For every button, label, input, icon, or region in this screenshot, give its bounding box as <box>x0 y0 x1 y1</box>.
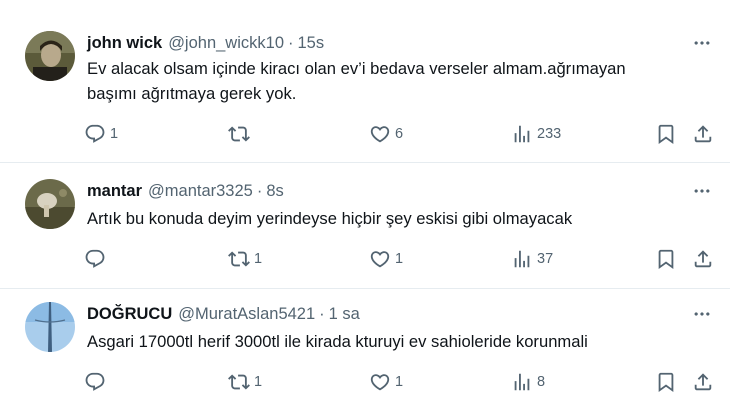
tweet-header: mantar @mantar3325 · 8s <box>87 180 284 202</box>
tweet[interactable]: john wick @john_wickk10 · 15s Ev alacak … <box>0 0 730 162</box>
timestamp[interactable]: 1 sa <box>329 305 360 324</box>
author-name[interactable]: john wick <box>87 34 162 53</box>
avatar[interactable] <box>25 302 75 352</box>
views-count: 8 <box>537 374 546 390</box>
views-chart-icon <box>511 248 533 270</box>
views-button[interactable]: 8 <box>511 370 545 394</box>
reply-button[interactable]: 1 <box>84 122 118 146</box>
bookmark-icon <box>655 248 677 270</box>
reply-button[interactable] <box>84 247 110 271</box>
tweet-header: john wick @john_wickk10 · 15s <box>87 32 324 54</box>
separator-dot: · <box>256 181 263 200</box>
like-count: 1 <box>395 251 404 267</box>
tweet-header: DOĞRUCU @MuratAslan5421 · 1 sa <box>87 303 360 325</box>
share-icon <box>692 371 714 393</box>
retweet-button[interactable] <box>228 122 254 146</box>
more-options-icon <box>692 181 712 201</box>
avatar[interactable] <box>25 31 75 81</box>
bookmark-icon <box>655 371 677 393</box>
tweet-actions: 1 1 8 <box>0 370 730 394</box>
retweet-count: 1 <box>254 251 263 267</box>
share-icon <box>692 248 714 270</box>
retweet-count: 1 <box>254 374 263 390</box>
reply-button[interactable] <box>84 370 110 394</box>
tweet-feed: john wick @john_wickk10 · 15s Ev alacak … <box>0 0 730 420</box>
retweet-button[interactable]: 1 <box>228 247 262 271</box>
heart-icon <box>369 123 391 145</box>
author-handle[interactable]: @john_wickk10 <box>168 34 284 53</box>
separator-dot: · <box>319 304 325 323</box>
author-name[interactable]: mantar <box>87 182 142 201</box>
bookmark-button[interactable] <box>655 122 677 146</box>
more-options-button[interactable] <box>690 304 714 324</box>
tweet-text: Ev alacak olsam içinde kiracı olan ev’i … <box>87 59 626 103</box>
reply-count: 1 <box>110 126 119 142</box>
like-count: 1 <box>395 374 404 390</box>
views-chart-icon <box>511 371 533 393</box>
views-count: 37 <box>537 251 554 267</box>
heart-icon <box>369 248 391 270</box>
avatar[interactable] <box>25 179 75 229</box>
tweet-text: Asgari 17000tl herif 3000tl ile kirada k… <box>87 332 588 351</box>
like-button[interactable]: 6 <box>369 122 403 146</box>
retweet-icon <box>228 371 250 393</box>
more-options-icon <box>692 33 712 53</box>
tweet-actions: 1 1 37 <box>0 247 730 271</box>
bookmark-icon <box>655 123 677 145</box>
share-icon <box>692 123 714 145</box>
author-name[interactable]: DOĞRUCU <box>87 305 172 324</box>
tweet[interactable]: mantar @mantar3325 · 8s Artık bu konuda … <box>0 162 730 288</box>
timestamp[interactable]: 8s <box>266 182 283 201</box>
author-handle[interactable]: @MuratAslan5421 <box>178 305 315 324</box>
views-count: 233 <box>537 126 562 142</box>
bookmark-button[interactable] <box>655 247 677 271</box>
more-options-button[interactable] <box>690 181 714 201</box>
tweet-text: Artık bu konuda deyim yerindeyse hiçbir … <box>87 209 573 228</box>
tweet[interactable]: DOĞRUCU @MuratAslan5421 · 1 sa Asgari 17… <box>0 288 730 420</box>
reply-icon <box>84 371 106 393</box>
reply-icon <box>84 123 106 145</box>
share-button[interactable] <box>692 247 714 271</box>
views-chart-icon <box>511 123 533 145</box>
share-button[interactable] <box>692 122 714 146</box>
heart-icon <box>369 371 391 393</box>
timestamp[interactable]: 15s <box>298 34 325 53</box>
reply-icon <box>84 248 106 270</box>
more-options-button[interactable] <box>690 33 714 53</box>
views-button[interactable]: 233 <box>511 122 561 146</box>
like-button[interactable]: 1 <box>369 370 403 394</box>
retweet-icon <box>228 123 250 145</box>
author-handle[interactable]: @mantar3325 <box>148 182 253 201</box>
retweet-button[interactable]: 1 <box>228 370 262 394</box>
separator-dot: · <box>288 33 294 52</box>
retweet-icon <box>228 248 250 270</box>
views-button[interactable]: 37 <box>511 247 553 271</box>
bookmark-button[interactable] <box>655 370 677 394</box>
share-button[interactable] <box>692 370 714 394</box>
like-button[interactable]: 1 <box>369 247 403 271</box>
tweet-actions: 1 6 233 <box>0 122 730 146</box>
like-count: 6 <box>395 126 404 142</box>
more-options-icon <box>692 304 712 324</box>
